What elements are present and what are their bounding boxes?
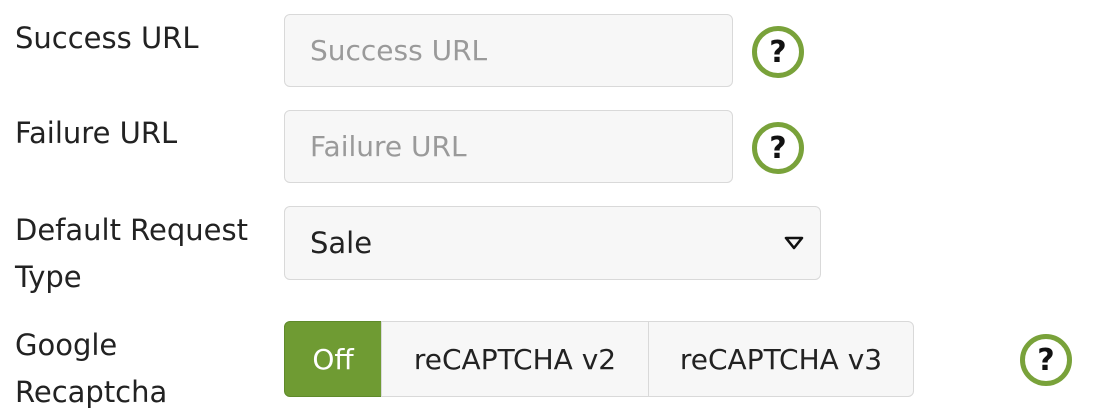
default-request-type-label: Default Request Type: [15, 207, 248, 301]
default-request-type-select[interactable]: Sale: [284, 206, 821, 280]
google-recaptcha-label-line2: Recaptcha: [15, 375, 168, 409]
success-url-help-icon[interactable]: ?: [752, 26, 804, 78]
caret-down-icon: [784, 236, 804, 250]
success-url-input[interactable]: [284, 14, 733, 87]
failure-url-label: Failure URL: [15, 116, 178, 150]
recaptcha-option-off[interactable]: Off: [284, 321, 382, 397]
question-mark-glyph: ?: [769, 34, 787, 70]
google-recaptcha-label: Google Recaptcha: [15, 322, 167, 416]
payment-settings-form: Success URL ? Failure URL ? Default Requ…: [0, 0, 1112, 418]
selected-request-type: Sale: [310, 226, 373, 260]
default-request-type-label-line2: Type: [15, 260, 82, 294]
failure-url-input[interactable]: [284, 110, 733, 183]
failure-url-help-icon[interactable]: ?: [752, 122, 804, 174]
success-url-label: Success URL: [15, 21, 199, 55]
question-mark-glyph: ?: [769, 130, 787, 166]
question-mark-glyph: ?: [1037, 342, 1055, 378]
recaptcha-option-v2[interactable]: reCAPTCHA v2: [381, 321, 649, 397]
google-recaptcha-help-icon[interactable]: ?: [1020, 334, 1072, 386]
google-recaptcha-label-line1: Google: [15, 328, 118, 362]
default-request-type-label-line1: Default Request: [15, 213, 248, 247]
recaptcha-option-v3[interactable]: reCAPTCHA v3: [648, 321, 914, 397]
recaptcha-toggle-group: Off reCAPTCHA v2 reCAPTCHA v3: [284, 321, 914, 397]
